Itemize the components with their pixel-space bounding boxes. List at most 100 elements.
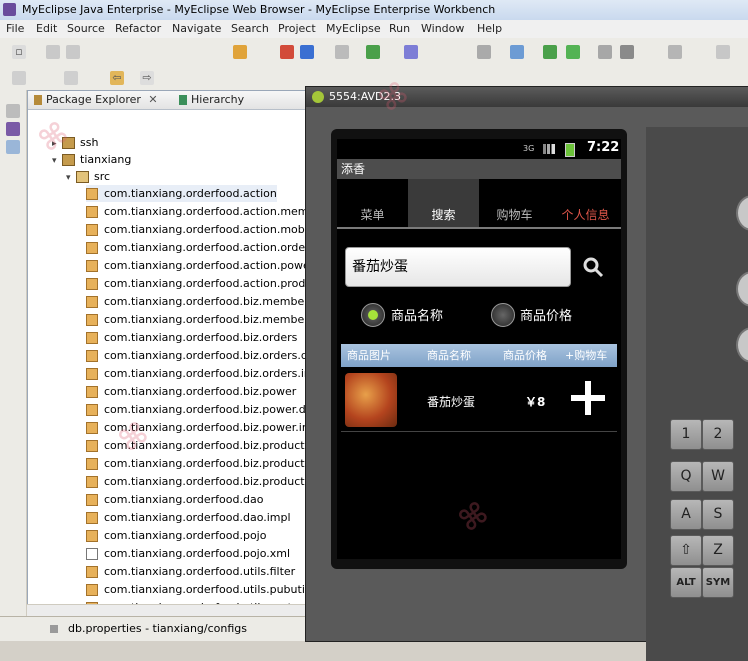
close-icon[interactable]: ✕ bbox=[148, 93, 157, 106]
search-icon[interactable] bbox=[582, 256, 604, 278]
web-icon[interactable] bbox=[366, 45, 380, 59]
volume-up-button[interactable] bbox=[736, 195, 748, 231]
key-sym[interactable]: SYM bbox=[702, 567, 734, 598]
package-item[interactable]: com.tianxiang.orderfood.biz.orders.imp bbox=[86, 365, 322, 382]
header-name: 商品名称 bbox=[427, 349, 471, 362]
package-item[interactable]: com.tianxiang.orderfood.biz.product.in bbox=[86, 473, 318, 490]
tab-profile[interactable]: 个人信息 bbox=[550, 179, 621, 227]
key-a[interactable]: A bbox=[670, 499, 702, 530]
package-item[interactable]: com.tianxiang.orderfood.biz.orders.dto bbox=[86, 347, 319, 364]
menu-refactor[interactable]: Refactor bbox=[115, 22, 161, 35]
add-icon[interactable] bbox=[543, 45, 557, 59]
search-input[interactable]: 番茄炒蛋 bbox=[345, 247, 571, 287]
device-screen: 3G 7:22 添香 菜单 搜索 购物车 个人信息 番茄炒蛋 商品名称 商品价格… bbox=[337, 139, 621, 559]
perspective-icon[interactable] bbox=[6, 122, 20, 136]
package-item[interactable]: com.tianxiang.orderfood.action bbox=[86, 185, 277, 202]
key-s[interactable]: S bbox=[702, 499, 734, 530]
package-item[interactable]: com.tianxiang.orderfood.dao.impl bbox=[86, 509, 291, 526]
package-item[interactable]: com.tianxiang.orderfood.biz.product bbox=[86, 437, 305, 454]
package-item[interactable]: com.tianxiang.orderfood.biz.product.d bbox=[86, 455, 315, 472]
app-tab-bar: 菜单 搜索 购物车 个人信息 bbox=[337, 179, 621, 229]
debug-icon[interactable] bbox=[404, 45, 418, 59]
package-item[interactable]: com.tianxiang.orderfood.dao bbox=[86, 491, 263, 508]
folder-src[interactable]: ▾ src bbox=[66, 168, 110, 185]
result-row[interactable]: 番茄炒蛋 ￥8 bbox=[341, 369, 617, 432]
package-item[interactable]: com.tianxiang.orderfood.action.produc bbox=[86, 275, 318, 292]
console-icon[interactable] bbox=[598, 45, 612, 59]
globe-icon[interactable] bbox=[510, 45, 524, 59]
package-item[interactable]: com.tianxiang.orderfood.action.membe bbox=[86, 203, 322, 220]
project-ssh[interactable]: ▸ ssh bbox=[52, 134, 98, 151]
menu-search[interactable]: Search bbox=[231, 22, 269, 35]
menu-myeclipse[interactable]: MyEclipse bbox=[326, 22, 381, 35]
package-icon bbox=[86, 386, 98, 398]
package-item[interactable]: com.tianxiang.orderfood.utils.filter bbox=[86, 563, 295, 580]
radio-name[interactable] bbox=[361, 303, 385, 327]
outline-icon[interactable] bbox=[6, 140, 20, 154]
package-icon bbox=[86, 224, 98, 236]
package-icon bbox=[86, 458, 98, 470]
tab-package-explorer[interactable]: Package Explorer ✕ bbox=[34, 93, 158, 106]
package-label: com.tianxiang.orderfood.action.power bbox=[104, 259, 315, 272]
package-label: com.tianxiang.orderfood.action bbox=[104, 187, 277, 200]
minimize-icon[interactable] bbox=[6, 104, 20, 118]
annotation-icon[interactable] bbox=[64, 71, 78, 85]
key-alt[interactable]: ALT bbox=[670, 567, 702, 598]
history-icon[interactable] bbox=[12, 71, 26, 85]
package-item[interactable]: com.tianxiang.orderfood.biz.power.dto bbox=[86, 401, 317, 418]
forward-icon[interactable]: ⇨ bbox=[140, 71, 154, 85]
menu-window[interactable]: Window bbox=[421, 22, 464, 35]
server-icon[interactable] bbox=[280, 45, 294, 59]
save-icon[interactable] bbox=[46, 45, 60, 59]
key-z[interactable]: Z bbox=[702, 535, 734, 566]
radio-price[interactable] bbox=[491, 303, 515, 327]
tab-cart[interactable]: 购物车 bbox=[479, 179, 550, 227]
food-price: ￥8 bbox=[525, 395, 546, 409]
package-item[interactable]: com.tianxiang.orderfood.biz.power bbox=[86, 383, 296, 400]
power-button[interactable] bbox=[736, 327, 748, 363]
tool-icon[interactable] bbox=[477, 45, 491, 59]
volume-down-button[interactable] bbox=[736, 271, 748, 307]
run-server-icon[interactable] bbox=[300, 45, 314, 59]
bug-icon[interactable] bbox=[716, 45, 730, 59]
key-shift[interactable]: ⇧ bbox=[670, 535, 702, 566]
key-1[interactable]: 1 bbox=[670, 419, 702, 450]
package-item[interactable]: com.tianxiang.orderfood.utils.pubutil bbox=[86, 581, 308, 598]
tab-hierarchy[interactable]: Hierarchy bbox=[179, 93, 244, 106]
camera-icon[interactable] bbox=[668, 45, 682, 59]
menu-run[interactable]: Run bbox=[389, 22, 410, 35]
package-item[interactable]: com.tianxiang.orderfood.action.power bbox=[86, 257, 314, 274]
deploy-icon[interactable] bbox=[233, 45, 247, 59]
new-icon[interactable]: ▫ bbox=[12, 45, 26, 59]
tab-menu[interactable]: 菜单 bbox=[337, 179, 408, 227]
key-w[interactable]: W bbox=[702, 461, 734, 492]
package-item[interactable]: com.tianxiang.orderfood.action.mobile bbox=[86, 221, 318, 238]
collapse-icon[interactable]: ▾ bbox=[66, 170, 76, 187]
menu-help[interactable]: Help bbox=[477, 22, 502, 35]
settings-icon[interactable] bbox=[620, 45, 634, 59]
browser-icon[interactable] bbox=[335, 45, 349, 59]
package-item[interactable]: com.tianxiang.orderfood.biz.member bbox=[86, 293, 309, 310]
add-to-cart-icon[interactable] bbox=[571, 381, 605, 415]
tab-search[interactable]: 搜索 bbox=[408, 179, 479, 227]
package-icon bbox=[86, 296, 98, 308]
package-item[interactable]: com.tianxiang.orderfood.biz.member.in bbox=[86, 311, 321, 328]
run-icon[interactable] bbox=[566, 45, 580, 59]
key-2[interactable]: 2 bbox=[702, 419, 734, 450]
package-item[interactable]: com.tianxiang.orderfood.pojo.xml bbox=[86, 545, 290, 562]
print-icon[interactable] bbox=[66, 45, 80, 59]
menu-source[interactable]: Source bbox=[67, 22, 105, 35]
menu-project[interactable]: Project bbox=[278, 22, 316, 35]
menu-edit[interactable]: Edit bbox=[36, 22, 57, 35]
key-q[interactable]: Q bbox=[670, 461, 702, 492]
back-icon[interactable]: ⇦ bbox=[110, 71, 124, 85]
menu-navigate[interactable]: Navigate bbox=[172, 22, 221, 35]
package-item[interactable]: com.tianxiang.orderfood.biz.power.imp bbox=[86, 419, 320, 436]
package-item[interactable]: com.tianxiang.orderfood.pojo bbox=[86, 527, 266, 544]
menu-file[interactable]: File bbox=[6, 22, 24, 35]
package-item[interactable]: com.tianxiang.orderfood.biz.orders bbox=[86, 329, 297, 346]
project-tianxiang[interactable]: ▾ tianxiang bbox=[52, 151, 131, 168]
collapse-icon[interactable]: ▾ bbox=[52, 153, 62, 170]
package-item[interactable]: com.tianxiang.orderfood.action.orders bbox=[86, 239, 315, 256]
tab-profile-label: 个人信息 bbox=[561, 208, 610, 222]
